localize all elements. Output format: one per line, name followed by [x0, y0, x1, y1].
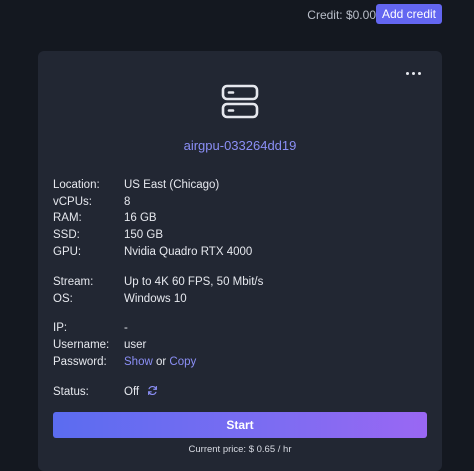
status-label: Status:: [53, 386, 89, 398]
ip-value: -: [124, 322, 128, 334]
start-button[interactable]: Start: [53, 412, 427, 438]
vcpus-value: 8: [124, 196, 131, 208]
os-value: Windows 10: [124, 293, 187, 305]
current-price: Current price: $ 0.65 / hr: [188, 444, 292, 455]
or-text: or: [155, 356, 167, 368]
username-value: user: [124, 339, 147, 351]
top-bar: Credit: $0.00 Add credit: [0, 0, 474, 32]
ssd-value: 150 GB: [124, 229, 163, 241]
status-value-wrap: Off: [124, 384, 158, 400]
username-label: Username:: [53, 339, 110, 351]
password-label: Password:: [53, 356, 107, 368]
machine-name: airgpu-033264dd19: [183, 138, 297, 153]
password-actions: Show or Copy: [124, 354, 196, 370]
more-options-icon[interactable]: [406, 69, 422, 79]
location-value: US East (Chicago): [124, 179, 220, 191]
ip-label: IP:: [53, 322, 68, 334]
add-credit-button[interactable]: Add credit: [375, 4, 442, 24]
ram-label: RAM:: [53, 212, 82, 224]
status-value: Off: [124, 386, 140, 398]
server-icon: [221, 84, 259, 119]
show-password-link[interactable]: Show: [124, 356, 153, 368]
credit-balance: Credit: $0.00: [307, 8, 376, 22]
ssd-label: SSD:: [53, 229, 80, 241]
machine-card: airgpu-033264dd19 Location: US East (Chi…: [38, 51, 442, 471]
vcpus-label: vCPUs:: [53, 196, 92, 208]
ram-value: 16 GB: [124, 212, 157, 224]
copy-password-link[interactable]: Copy: [169, 356, 196, 368]
os-label: OS:: [53, 293, 73, 305]
refresh-icon[interactable]: [147, 385, 158, 396]
stream-value: Up to 4K 60 FPS, 50 Mbit/s: [124, 276, 264, 288]
location-label: Location:: [53, 179, 100, 191]
gpu-value: Nvidia Quadro RTX 4000: [124, 246, 253, 258]
stream-label: Stream:: [53, 276, 94, 288]
gpu-label: GPU:: [53, 246, 82, 258]
